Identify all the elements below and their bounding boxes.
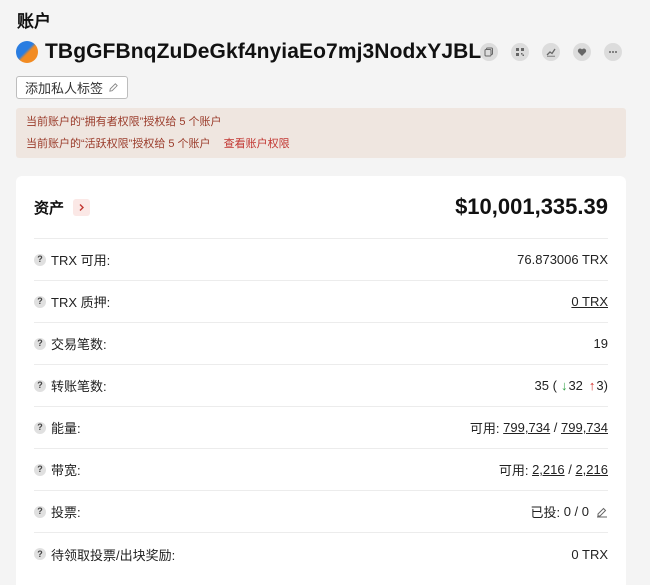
help-icon[interactable]: ? <box>34 505 46 518</box>
help-icon[interactable]: ? <box>34 253 46 266</box>
asset-row-transactions: ? 交易笔数: 19 <box>34 323 608 365</box>
energy-available[interactable]: 799,734 <box>503 420 550 435</box>
row-label: 交易笔数: <box>51 337 107 352</box>
votes-value: 0 / 0 <box>563 504 589 519</box>
help-icon[interactable]: ? <box>34 463 46 476</box>
staked-trx-link[interactable]: 0 TRX <box>571 294 608 309</box>
chevron-right-icon[interactable] <box>73 198 91 216</box>
page-title: 账户 <box>17 12 51 31</box>
arrow-down-icon: ↓ <box>560 378 568 393</box>
account-avatar <box>16 41 38 63</box>
bandwidth-limit[interactable]: 2,216 <box>575 462 608 477</box>
vote-edit-icon[interactable] <box>596 506 608 518</box>
assets-header: 资产 $10,001,335.39 <box>34 176 608 239</box>
row-label: 待领取投票/出块奖励: <box>51 547 176 563</box>
row-value: 76.873006 TRX <box>517 252 608 267</box>
asset-row-trx-available: ? TRX 可用: 76.873006 TRX <box>34 239 608 281</box>
row-label: TRX 质押: <box>51 295 111 310</box>
help-icon[interactable]: ? <box>34 548 46 560</box>
row-label: 转账笔数: <box>51 379 107 394</box>
help-icon[interactable]: ? <box>34 379 46 392</box>
row-label: 投票: <box>51 505 81 520</box>
asset-row-votes: ? 投票: 已投: 0 / 0 <box>34 491 608 533</box>
transfers-out: 3 <box>596 378 604 393</box>
row-value: 19 <box>593 336 608 351</box>
account-address[interactable]: TBgGFBnqZuDeGkf4nyiaEo7mj3NodxYJBL <box>45 40 481 64</box>
chart-icon[interactable] <box>542 43 560 61</box>
view-permissions-link[interactable]: 查看账户权限 <box>224 138 290 150</box>
permission-notice: 当前账户的“拥有者权限”授权给 5 个账户 当前账户的“活跃权限”授权给 5 个… <box>16 108 626 158</box>
energy-limit[interactable]: 799,734 <box>561 420 608 435</box>
qrcode-icon[interactable] <box>511 43 529 61</box>
assets-total-value: $10,001,335.39 <box>455 194 608 219</box>
active-permission-line: 当前账户的“活跃权限”授权给 5 个账户 查看账户权限 <box>26 136 616 155</box>
bandwidth-prefix: 可用: <box>498 463 529 478</box>
asset-row-transfers: ? 转账笔数: 35 ( ↓ 32 ↑ 3 ) <box>34 365 608 407</box>
asset-row-energy: ? 能量: 可用: 799,734 / 799,734 <box>34 407 608 449</box>
edit-pencil-icon <box>109 83 118 92</box>
assets-card: 资产 $10,001,335.39 ? TRX 可用: 76.873006 TRX… <box>16 176 626 585</box>
asset-row-pending-rewards: ? 待领取投票/出块奖励: 0 TRX <box>34 533 608 575</box>
address-actions <box>480 43 622 61</box>
help-icon[interactable]: ? <box>34 295 46 308</box>
add-private-tag-button[interactable]: 添加私人标签 <box>16 76 129 99</box>
asset-row-trx-staked: ? TRX 质押: 0 TRX <box>34 281 608 323</box>
votes-prefix: 已投: <box>530 505 561 520</box>
asset-row-bandwidth: ? 带宽: 可用: 2,216 / 2,216 <box>34 449 608 491</box>
copy-icon[interactable] <box>480 43 498 61</box>
row-label: 带宽: <box>51 463 81 478</box>
add-private-tag-label: 添加私人标签 <box>25 81 104 96</box>
help-icon[interactable]: ? <box>34 421 46 434</box>
more-icon[interactable] <box>604 43 622 61</box>
account-address-row: TBgGFBnqZuDeGkf4nyiaEo7mj3NodxYJBL <box>16 40 481 64</box>
row-value: 0 TRX <box>571 546 608 562</box>
heart-icon[interactable] <box>573 43 591 61</box>
row-label: TRX 可用: <box>51 253 111 268</box>
row-label: 能量: <box>51 421 81 436</box>
active-permission-text: 当前账户的“活跃权限”授权给 5 个账户 <box>26 138 211 150</box>
bandwidth-available[interactable]: 2,216 <box>532 462 565 477</box>
owner-permission-text: 当前账户的“拥有者权限”授权给 5 个账户 <box>26 116 222 128</box>
help-icon[interactable]: ? <box>34 337 46 350</box>
transfers-total: 35 <box>534 378 549 393</box>
assets-title: 资产 <box>34 199 65 217</box>
arrow-up-icon: ↑ <box>588 378 596 393</box>
energy-prefix: 可用: <box>469 421 500 436</box>
transfers-in: 32 <box>568 378 583 393</box>
